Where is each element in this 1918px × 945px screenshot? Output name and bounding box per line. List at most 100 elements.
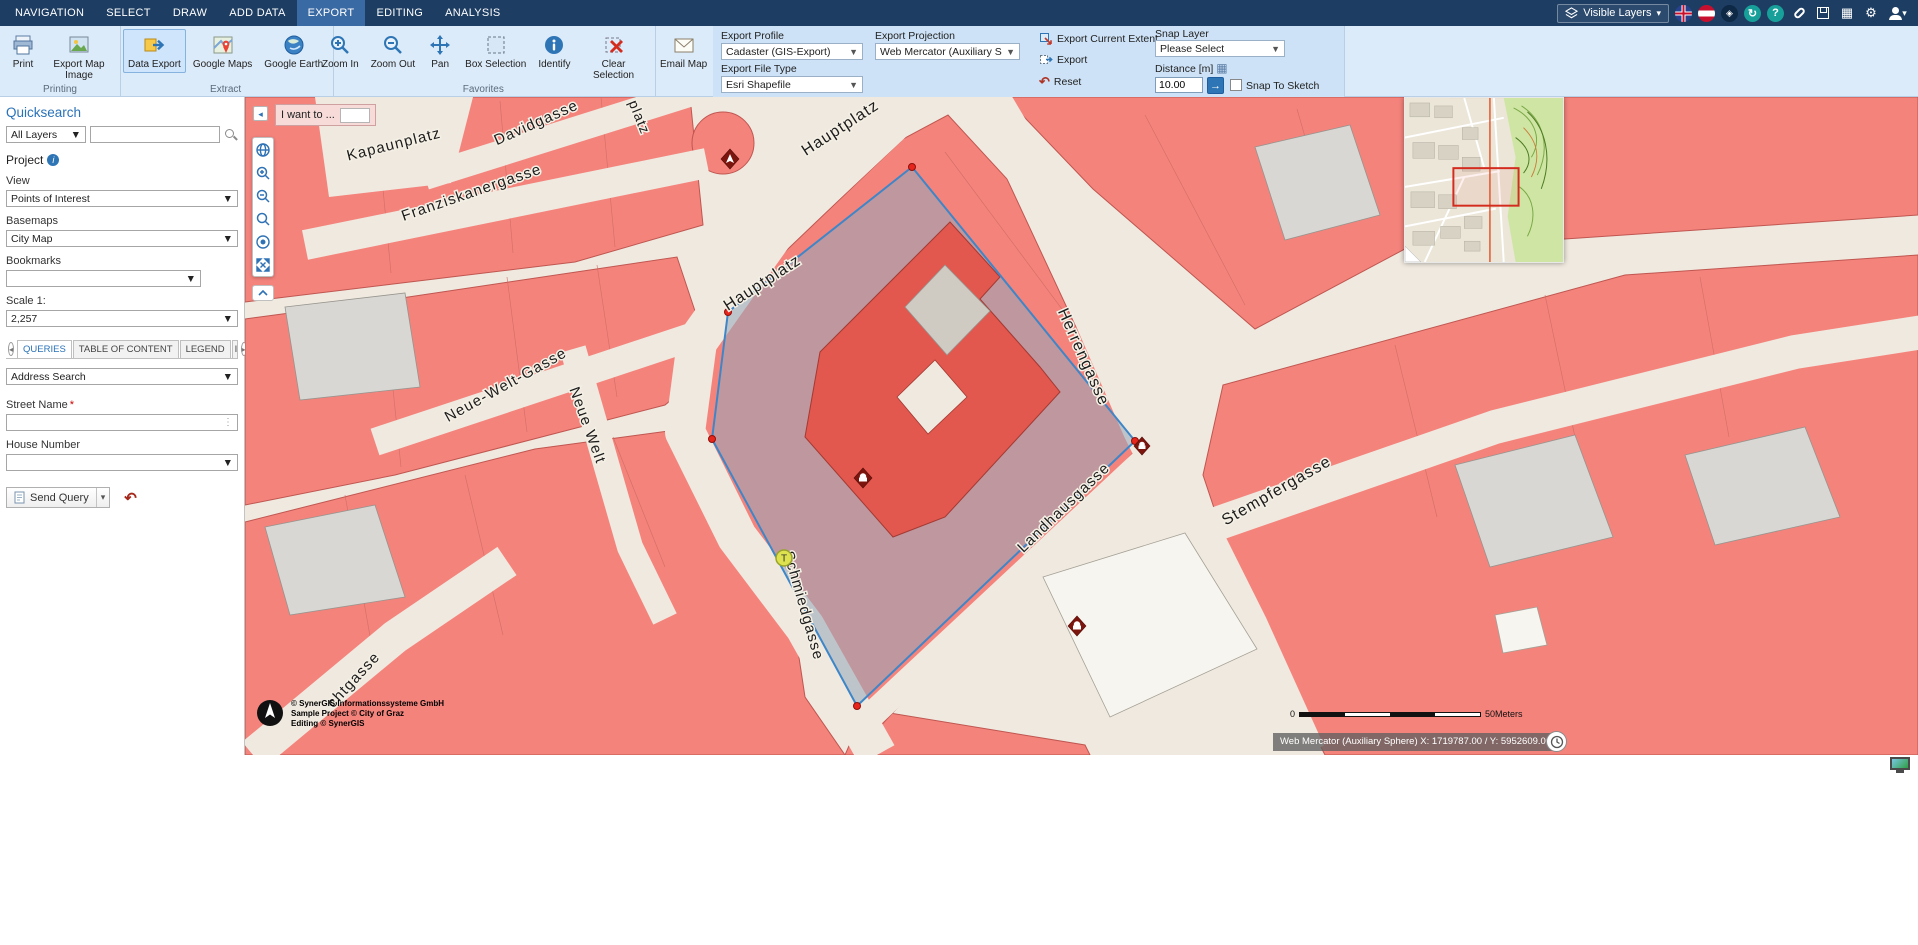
sidebar-collapse-button[interactable]: ◂ — [253, 106, 268, 121]
email-map-button[interactable]: Email Map — [655, 29, 712, 73]
help-icon[interactable]: ? — [1767, 5, 1784, 22]
map-canvas[interactable]: KapaunplatzDavidgasseFranziskanergassepl… — [245, 97, 1918, 755]
zoom-in-button[interactable]: Zoom In — [317, 29, 364, 73]
pan-icon — [427, 32, 453, 58]
scale-select[interactable]: 2,257▼ — [6, 310, 238, 327]
view-select[interactable]: Points of Interest▼ — [6, 190, 238, 207]
export-map-image-button[interactable]: Export Map Image — [43, 29, 115, 84]
chevron-down-icon: ▾ — [1902, 8, 1907, 19]
coordinate-readout: Web Mercator (Auxiliary Sphere) X: 17197… — [1273, 733, 1558, 751]
tab-clipped[interactable]: I — [232, 340, 238, 358]
distance-label: Distance [m] ▦ — [1155, 61, 1228, 75]
snap-layer-label: Snap Layer — [1155, 28, 1209, 40]
overview-map[interactable] — [1404, 97, 1564, 263]
snap-to-sketch-checkbox[interactable] — [1230, 79, 1242, 91]
zoom-out-icon — [380, 32, 406, 58]
export-profile-select[interactable]: Cadaster (GIS-Export)▼ — [721, 43, 863, 60]
visible-layers-button[interactable]: Visible Layers ▾ — [1557, 4, 1669, 23]
menu-tab-select[interactable]: SELECT — [95, 0, 162, 26]
poi-marker-transit[interactable]: T — [776, 550, 792, 566]
chevron-down-icon: ▼ — [186, 273, 196, 285]
export-projection-select[interactable]: Web Mercator (Auxiliary Sp...▼ — [875, 43, 1020, 60]
tab-queries[interactable]: QUERIES — [17, 340, 72, 358]
identify-button[interactable]: Identify — [533, 29, 575, 73]
save-icon[interactable] — [1814, 4, 1832, 22]
menu-tab-add-data[interactable]: ADD DATA — [218, 0, 296, 26]
time-clock-button[interactable] — [1546, 731, 1567, 752]
print-button[interactable]: Print — [5, 29, 41, 73]
export-file-type-select[interactable]: Esri Shapefile▼ — [721, 76, 863, 93]
bookmarks-select[interactable]: ▼ — [6, 270, 201, 287]
pan-button[interactable]: Pan — [422, 29, 458, 73]
menu-tab-analysis[interactable]: ANALYSIS — [434, 0, 511, 26]
tab-table-of-content[interactable]: TABLE OF CONTENT — [73, 340, 179, 358]
chevron-down-icon: ▼ — [849, 80, 858, 90]
grid-icon: ▦ — [1216, 61, 1227, 75]
overview-extent-rect[interactable] — [1453, 168, 1518, 206]
send-query-button[interactable]: Send Query ▾ — [6, 487, 110, 508]
i-want-to-label: I want to ... — [281, 109, 335, 121]
clear-selection-button[interactable]: Clear Selection — [578, 29, 650, 84]
chevron-down-icon: ▼ — [223, 233, 233, 245]
chevron-down-icon: ▼ — [1271, 44, 1280, 54]
collapse-tools-button[interactable] — [252, 285, 274, 301]
settings-gear-icon[interactable]: ⚙ — [1862, 4, 1880, 22]
data-export-button[interactable]: Data Export — [123, 29, 186, 73]
panel-tabstrip: ◂ QUERIES TABLE OF CONTENT LEGEND I ▸ ▸ — [6, 340, 238, 359]
group-label-printing: Printing — [0, 84, 120, 95]
ribbon-toolbar: Print Export Map Image Printing Data Exp… — [0, 26, 1918, 97]
envelope-icon — [671, 32, 697, 58]
user-account-icon[interactable]: ▾ — [1886, 4, 1910, 22]
menu-tab-export[interactable]: EXPORT — [297, 0, 366, 26]
zoom-out-button[interactable]: Zoom Out — [366, 29, 420, 73]
menu-tab-editing[interactable]: EDITING — [365, 0, 434, 26]
google-maps-button[interactable]: Google Maps — [188, 29, 257, 73]
full-extent-tool-button[interactable] — [253, 253, 273, 276]
export-file-type-label: Export File Type — [721, 63, 797, 75]
i-want-to-widget[interactable]: I want to ... — [275, 104, 376, 126]
share-link-icon[interactable] — [1790, 4, 1808, 22]
apply-distance-button[interactable]: → — [1207, 77, 1224, 94]
map-viewport[interactable]: KapaunplatzDavidgasseFranziskanergassepl… — [245, 97, 1918, 755]
chain-glyph — [1792, 6, 1805, 19]
search-icon[interactable] — [224, 128, 237, 141]
reset-query-icon[interactable]: ↶ — [124, 489, 137, 507]
house-number-select[interactable]: ▼ — [6, 454, 238, 471]
query-type-select[interactable]: Address Search▼ — [6, 368, 238, 385]
center-tool-button[interactable] — [253, 230, 273, 253]
chevron-down-icon: ▾ — [96, 488, 110, 507]
zoom-extent-tool-button[interactable] — [253, 207, 273, 230]
info-icon[interactable]: i — [47, 154, 59, 166]
calculator-icon[interactable]: ▦ — [1838, 4, 1856, 22]
tab-legend[interactable]: LEGEND — [180, 340, 231, 358]
snap-layer-select[interactable]: Please Select▼ — [1155, 40, 1285, 57]
tabs-scroll-left-button[interactable]: ◂ — [8, 342, 14, 356]
quicksearch-input[interactable] — [90, 126, 220, 143]
menu-tab-navigation[interactable]: NAVIGATION — [4, 0, 95, 26]
zoom-out-tool-button[interactable] — [253, 184, 273, 207]
ribbon-group-printing: Print Export Map Image Printing — [0, 26, 121, 97]
box-selection-button[interactable]: Box Selection — [460, 29, 531, 73]
image-icon — [66, 32, 92, 58]
basemap-select[interactable]: City Map▼ — [6, 230, 238, 247]
quicksearch-layer-select[interactable]: All Layers▼ — [6, 126, 86, 143]
street-name-input[interactable] — [6, 414, 238, 431]
distance-input[interactable] — [1155, 77, 1203, 93]
history-icon[interactable]: ↻ — [1744, 5, 1761, 22]
reset-button[interactable]: ↶ Reset — [1039, 74, 1081, 90]
menu-tab-draw[interactable]: DRAW — [162, 0, 218, 26]
chevron-down-icon: ▼ — [1006, 47, 1015, 57]
i-want-to-input[interactable] — [340, 108, 370, 123]
austria-flag-icon[interactable] — [1698, 5, 1715, 22]
group-label-favorites: Favorites — [312, 84, 655, 95]
globe-tool-button[interactable] — [253, 138, 273, 161]
export-current-extent-button[interactable]: Export Current Extent — [1039, 32, 1158, 46]
quicksearch-title: Quicksearch — [6, 105, 238, 120]
chevron-down-icon: ▾ — [1656, 8, 1661, 19]
connection-status-icon[interactable] — [1890, 757, 1910, 773]
input-decoration-icon: ⋮ — [223, 417, 233, 428]
zoom-in-tool-button[interactable] — [253, 161, 273, 184]
export-button[interactable]: Export — [1039, 53, 1087, 67]
uk-flag-icon[interactable] — [1675, 5, 1692, 22]
app-logo-icon[interactable]: ◈ — [1721, 5, 1738, 22]
